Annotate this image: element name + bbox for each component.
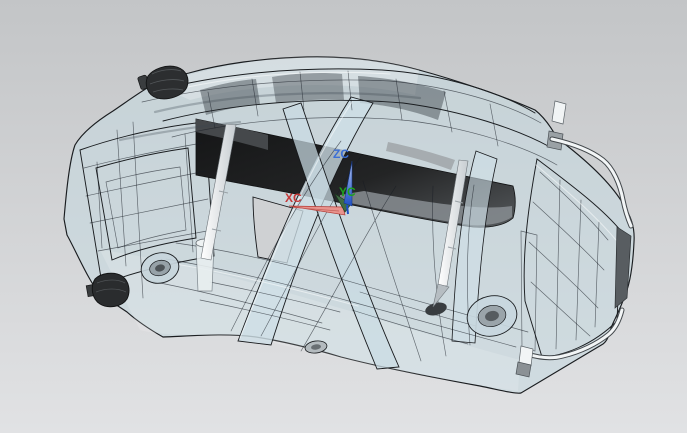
wcs-label-yc: YC [339,185,356,199]
cad-viewport[interactable]: XC YC ZC [0,0,687,433]
wcs-label-xc: XC [285,191,302,205]
wcs-label-zc: ZC [333,147,349,161]
cad-3d-view[interactable]: XC YC ZC [0,0,687,433]
